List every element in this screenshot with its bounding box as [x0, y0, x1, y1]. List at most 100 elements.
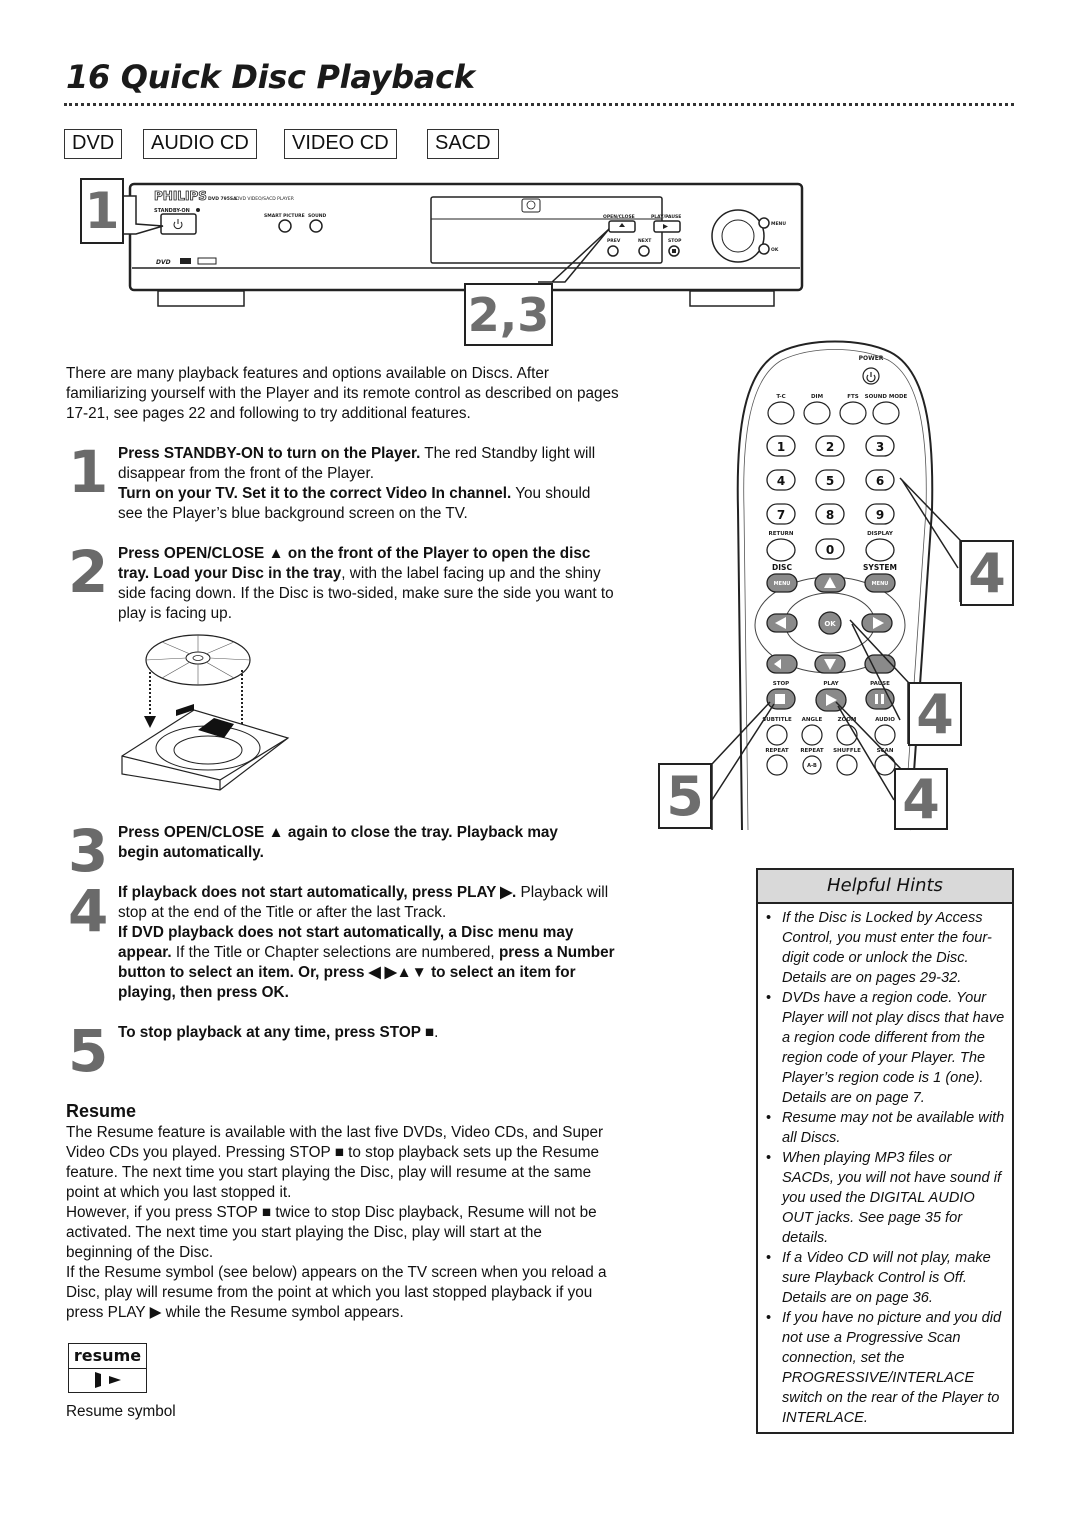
sound-button: [309, 219, 323, 233]
resume-symbol-word: resume: [69, 1344, 146, 1369]
shuffle-label: SHUFFLE: [833, 748, 861, 754]
dim-button: [803, 401, 831, 425]
angle-label: ANGLE: [802, 717, 823, 723]
intro-paragraph: There are many playback features and opt…: [66, 365, 619, 422]
page-title: 16 Quick Disc Playback: [66, 58, 475, 96]
shuffle-button: [836, 754, 858, 776]
svg-text:MENU: MENU: [872, 581, 889, 587]
svg-text:5: 5: [826, 474, 834, 488]
menu-button: [758, 217, 770, 229]
format-tag-video-cd: VIDEO CD: [284, 129, 397, 159]
brand-logo: PHILIPS: [154, 189, 207, 203]
helpful-hints-list: If the Disc is Locked by Access Control,…: [758, 904, 1012, 1428]
dts-logo: [180, 258, 191, 264]
dotted-divider: [64, 103, 1014, 106]
format-tag-sacd: SACD: [427, 129, 499, 159]
prev-button: [766, 654, 798, 674]
next-button: [638, 245, 650, 257]
helpful-hints-box: Helpful Hints If the Disc is Locked by A…: [756, 868, 1014, 1434]
t-c-button: [767, 401, 795, 425]
down-arrow-icon: [144, 716, 156, 728]
standby-led-icon: [196, 208, 200, 212]
resume-symbol-caption: Resume symbol: [66, 1403, 176, 1420]
stop-icon: [672, 249, 676, 253]
svg-text:A-B: A-B: [807, 763, 817, 769]
navigation-dial-inner: [721, 219, 755, 253]
resume-body: The Resume feature is available with the…: [66, 1123, 611, 1323]
step-5-text: To stop playback at any time, press STOP…: [118, 1023, 618, 1043]
step-4-bold-a: If playback does not start automatically…: [118, 884, 517, 901]
ok-button: [758, 243, 770, 255]
audio-label: AUDIO: [875, 717, 895, 723]
return-label: RETURN: [768, 531, 793, 537]
player-foot-left: [157, 290, 245, 307]
resume-paragraph-2: However, if you press STOP ■ twice to st…: [66, 1204, 597, 1261]
player-foot-right: [689, 290, 775, 307]
pause-icon: [875, 694, 878, 704]
sound-label: SOUND: [308, 213, 326, 219]
svg-text:1: 1: [777, 440, 785, 454]
standby-label: STANDBY-ON: [154, 208, 190, 214]
sound-mode-button: [872, 401, 900, 425]
step-1-bold-b: Turn on your TV. Set it to the correct V…: [118, 485, 512, 502]
fts-label: FTS: [847, 394, 859, 400]
callout-remote-stop: 5: [658, 763, 712, 829]
dvd-logo: DVD: [156, 259, 171, 266]
power-label: POWER: [859, 355, 884, 362]
disc-loading-illustration: [121, 634, 290, 791]
hint-item: DVDs have a region code. Your Player wil…: [766, 988, 1006, 1108]
display-label: DISPLAY: [867, 531, 894, 537]
hint-item: If you have no picture and you did not u…: [766, 1308, 1006, 1428]
stop-label: STOP: [773, 681, 789, 687]
format-tag-audio-cd: AUDIO CD: [143, 129, 257, 159]
step-1-text: Press STANDBY-ON to turn on the Player. …: [118, 444, 618, 524]
callout-step-1: 1: [80, 178, 124, 244]
play-label: PLAY: [823, 681, 839, 687]
t-c-label: T-C: [776, 394, 785, 400]
svg-text:7: 7: [777, 508, 785, 522]
step-2-number: 2: [68, 538, 109, 606]
sound-mode-label: SOUND MODE: [865, 394, 908, 400]
smart-picture-button: [278, 219, 292, 233]
display-button: [865, 538, 895, 562]
stop-icon: [775, 694, 785, 704]
audio-button: [874, 724, 896, 746]
step-5-number: 5: [68, 1017, 109, 1085]
step-1-bold-a: Press STANDBY-ON to turn on the Player.: [118, 445, 421, 462]
callout-remote-digits: 4: [960, 540, 1014, 606]
resume-play-icon: [95, 1372, 121, 1388]
dvd-player-illustration: PHILIPS DVD 795SA DVD VIDEO/SACD PLAYER …: [121, 182, 804, 307]
subtitle-button: [766, 724, 788, 746]
resume-paragraph-1: The Resume feature is available with the…: [66, 1124, 604, 1201]
hint-item: If a Video CD will not play, make sure P…: [766, 1248, 1006, 1308]
step-4-text-b: If the Title or Chapter selections are n…: [171, 944, 499, 961]
open-close-label: OPEN/CLOSE: [603, 214, 635, 220]
next-label: NEXT: [638, 238, 652, 244]
svg-text:OK: OK: [824, 620, 836, 628]
svg-text:0: 0: [826, 543, 834, 557]
step-4-number: 4: [68, 877, 109, 945]
prev-label: PREV: [607, 238, 621, 244]
callout-remote-play: 4: [894, 768, 948, 830]
repeat-label: REPEAT: [765, 748, 789, 754]
svg-text:9: 9: [876, 508, 884, 522]
repeat-button: [766, 754, 788, 776]
hint-item: Resume may not be available with all Dis…: [766, 1108, 1006, 1148]
helpful-hints-title: Helpful Hints: [758, 870, 1012, 904]
step-5-text-a: .: [434, 1024, 439, 1041]
step-4-text: If playback does not start automatically…: [118, 883, 618, 1003]
repeat-ab-label: REPEAT: [800, 748, 824, 754]
dim-label: DIM: [811, 394, 823, 400]
resume-heading: Resume: [66, 1101, 137, 1121]
svg-text:MENU: MENU: [774, 581, 791, 587]
resume-symbol-glyph: [69, 1369, 146, 1392]
fts-button: [839, 401, 867, 425]
format-tag-dvd: DVD: [64, 129, 123, 159]
resume-paragraph-3: If the Resume symbol (see below) appears…: [66, 1264, 607, 1321]
tray-icon: [121, 709, 290, 791]
step-2-text: Press OPEN/CLOSE ▲ on the front of the P…: [118, 544, 618, 624]
system-label: SYSTEM: [863, 563, 897, 572]
resume-symbol: resume: [68, 1343, 147, 1393]
model-desc: DVD VIDEO/SACD PLAYER: [236, 196, 294, 202]
callout-step-2-3: 2,3: [464, 283, 553, 346]
